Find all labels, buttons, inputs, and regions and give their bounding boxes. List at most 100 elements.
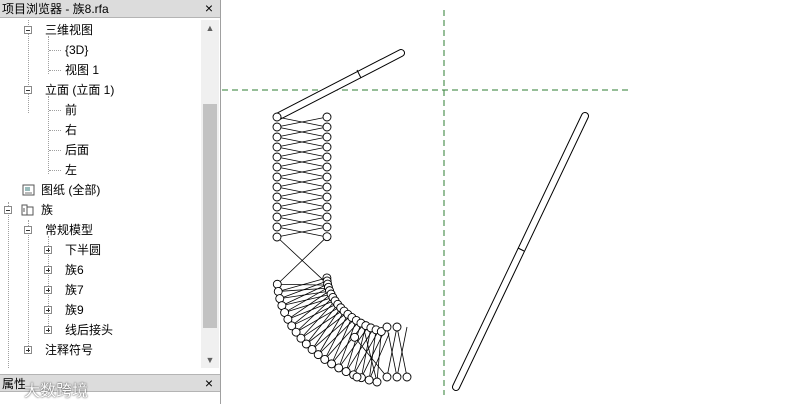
tree-item-sheets[interactable]: 图纸 (全部) xyxy=(0,180,201,200)
coil-turn xyxy=(272,202,282,212)
tree-scrollbar[interactable]: ▲ ▼ xyxy=(201,20,219,368)
coil-wire xyxy=(345,323,362,372)
tree-item-label: 三维视图 xyxy=(45,23,94,37)
coil-turn xyxy=(382,322,392,332)
expand-icon[interactable] xyxy=(24,346,32,354)
coil-turn xyxy=(322,202,332,212)
coil-turn xyxy=(272,212,282,222)
tree-item-label: 立面 (立面 1) xyxy=(45,83,115,97)
tree-item-label: {3D} xyxy=(65,43,89,57)
tree-item-label: 右 xyxy=(65,123,78,137)
tree-item-label: 族6 xyxy=(65,263,84,277)
coil-turn xyxy=(322,182,332,192)
project-browser-panel: 项目浏览器 - 族8.rfa × 三维视图 {3D} 视图 1 立面 (立面 1… xyxy=(0,0,221,404)
expand-icon[interactable] xyxy=(44,246,52,254)
close-icon[interactable]: × xyxy=(202,375,216,391)
tree-item-label: 族 xyxy=(41,203,54,217)
coil-turn xyxy=(382,372,392,382)
coil-turn xyxy=(322,212,332,222)
coil-turn xyxy=(272,112,282,122)
tree-item-3d-views[interactable]: 三维视图 xyxy=(0,20,201,40)
watermark-text: 大数跨境 xyxy=(24,383,89,400)
scrollbar-thumb[interactable] xyxy=(203,104,217,328)
tree-item-front[interactable]: 前 xyxy=(0,100,201,120)
tree-item-label: 后面 xyxy=(65,143,90,157)
collapse-icon[interactable] xyxy=(24,86,32,94)
expand-icon[interactable] xyxy=(44,286,52,294)
tree-item-label: 前 xyxy=(65,103,78,117)
tree-item-lower-semicircle[interactable]: 下半圆 xyxy=(0,240,201,260)
coil-turn xyxy=(272,152,282,162)
coil-turn xyxy=(322,192,332,202)
coil-turn xyxy=(392,322,402,332)
coil-turn xyxy=(364,375,374,385)
drawing-area[interactable] xyxy=(222,0,797,404)
tree-item-generic-models[interactable]: 常规模型 xyxy=(0,220,201,240)
coil-wire xyxy=(279,280,328,299)
coil-turn xyxy=(327,359,337,369)
coil-turn xyxy=(272,279,282,289)
tree-item-left[interactable]: 左 xyxy=(0,160,201,180)
drawing-canvas[interactable] xyxy=(222,0,797,404)
tree-item-family-6[interactable]: 族6 xyxy=(0,260,201,280)
coil-turn xyxy=(392,372,402,382)
coil-turn xyxy=(272,142,282,152)
coil-turn xyxy=(273,287,283,296)
coil-turn xyxy=(352,372,362,382)
pipe-segment-right xyxy=(452,112,589,391)
expand-icon[interactable] xyxy=(44,306,52,314)
tree-item-label: 下半圆 xyxy=(65,243,102,257)
collapse-icon[interactable] xyxy=(24,226,32,234)
properties-title: 属性 xyxy=(2,377,27,391)
coil-turn xyxy=(322,232,332,242)
coil-turn xyxy=(272,232,282,242)
tree-item-elevations[interactable]: 立面 (立面 1) xyxy=(0,80,201,100)
coil-turn xyxy=(272,192,282,202)
tree-item-rear-connector[interactable]: 线后接头 xyxy=(0,320,201,340)
coil-turn xyxy=(322,162,332,172)
sheets-icon xyxy=(22,184,35,196)
coil-turn xyxy=(272,182,282,192)
scroll-down-icon[interactable]: ▼ xyxy=(201,352,219,368)
coil-turn xyxy=(322,122,332,132)
tree-item-families[interactable]: 族 xyxy=(0,200,201,220)
tree-item-label: 视图 1 xyxy=(65,63,100,77)
tree-item-right[interactable]: 右 xyxy=(0,120,201,140)
coil-turn xyxy=(322,152,332,162)
families-icon xyxy=(21,204,34,216)
pipe-segment-upper xyxy=(275,49,405,120)
tree-item-label: 族9 xyxy=(65,303,84,317)
expand-icon[interactable] xyxy=(44,326,52,334)
coil-turn xyxy=(341,367,351,377)
coil-turn xyxy=(272,122,282,132)
collapse-icon[interactable] xyxy=(4,206,12,214)
coil-turn xyxy=(350,332,360,342)
coil-turn xyxy=(322,222,332,232)
tree-item-label: 线后接头 xyxy=(65,323,114,337)
tree-item-back[interactable]: 后面 xyxy=(0,140,201,160)
coil-turn xyxy=(322,172,332,182)
coil-turn xyxy=(272,162,282,172)
coil-turn xyxy=(322,142,332,152)
coil-turn xyxy=(272,172,282,182)
collapse-icon[interactable] xyxy=(24,26,32,34)
coil-turn xyxy=(372,377,382,387)
tree-item-annotation-symbols[interactable]: 注释符号 xyxy=(0,340,201,360)
coil-turn xyxy=(272,132,282,142)
tree-item-family-7[interactable]: 族7 xyxy=(0,280,201,300)
coil-turn xyxy=(402,372,412,382)
tree-item-label: 族7 xyxy=(65,283,84,297)
coil-turn xyxy=(322,112,332,122)
coil-turn xyxy=(334,363,344,373)
close-icon[interactable]: × xyxy=(202,0,216,16)
tree-item-label: 常规模型 xyxy=(45,223,94,237)
project-browser-title: 项目浏览器 - 族8.rfa xyxy=(2,2,109,16)
project-browser-tree[interactable]: 三维视图 {3D} 视图 1 立面 (立面 1) 前 右 后面 左 图纸 (全部… xyxy=(0,20,201,368)
tree-item-view-1[interactable]: 视图 1 xyxy=(0,60,201,80)
tree-item-label: 注释符号 xyxy=(45,343,94,357)
tree-item-family-9[interactable]: 族9 xyxy=(0,300,201,320)
scroll-up-icon[interactable]: ▲ xyxy=(201,20,219,36)
project-browser-header[interactable]: 项目浏览器 - 族8.rfa × xyxy=(0,0,220,18)
expand-icon[interactable] xyxy=(44,266,52,274)
tree-item-3d-default[interactable]: {3D} xyxy=(0,40,201,60)
